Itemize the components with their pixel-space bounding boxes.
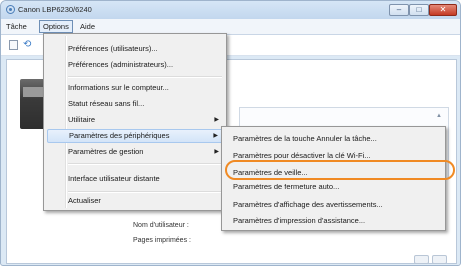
submenu-item-auto-shutdown[interactable]: Paramètres de fermeture auto... xyxy=(225,184,442,192)
menu-item-refresh[interactable]: Actualiser xyxy=(47,194,223,208)
menu-item-preferences-users[interactable]: Préférences (utilisateurs)... xyxy=(47,42,223,56)
close-button[interactable]: ✕ xyxy=(429,4,457,16)
menu-options[interactable]: Options xyxy=(39,20,73,33)
panel-button-2[interactable] xyxy=(432,255,447,264)
menu-item-preferences-admins[interactable]: Préférences (administrateurs)... xyxy=(47,58,223,72)
menu-aide[interactable]: Aide xyxy=(77,21,98,32)
menu-separator xyxy=(68,191,222,193)
scroll-up-icon[interactable]: ▲ xyxy=(436,113,442,119)
panel-button-1[interactable] xyxy=(414,255,429,264)
menu-item-label: Paramètres des périphériques xyxy=(69,131,170,140)
app-icon xyxy=(6,5,15,14)
refresh-icon[interactable]: ⟲ xyxy=(23,40,35,50)
printed-pages-label: Pages imprimées : xyxy=(133,237,191,244)
menu-item-utility[interactable]: Utilitaire ▶ xyxy=(47,113,223,127)
minimize-button[interactable]: – xyxy=(389,4,409,16)
submenu-item-wifi-key[interactable]: Paramètres pour désactiver la clé Wi-Fi.… xyxy=(225,149,442,163)
submenu-item-assist-print[interactable]: Paramètres d'impression d'assistance... xyxy=(225,214,442,228)
options-menu: Préférences (utilisateurs)... Préférence… xyxy=(43,33,227,211)
menu-item-label: Paramètres de gestion xyxy=(68,147,144,156)
submenu-item-warning-display[interactable]: Paramètres d'affichage des avertissement… xyxy=(225,198,442,212)
submenu-arrow-icon: ▶ xyxy=(213,133,218,139)
title-bar: Canon LBP6230/6240 – □ ✕ xyxy=(1,1,460,19)
submenu-item-cancel-key[interactable]: Paramètres de la touche Annuler la tâche… xyxy=(225,132,442,146)
maximize-button[interactable]: □ xyxy=(409,4,429,16)
menu-tache[interactable]: Tâche xyxy=(3,21,30,32)
menu-item-counter-info[interactable]: Informations sur le compteur... xyxy=(47,81,223,95)
device-settings-submenu: Paramètres de la touche Annuler la tâche… xyxy=(221,126,446,231)
submenu-item-sleep-settings[interactable]: Paramètres de veille... xyxy=(225,166,442,180)
menu-item-device-settings[interactable]: Paramètres des périphériques ▶ xyxy=(47,129,223,143)
menu-item-management-settings[interactable]: Paramètres de gestion ▶ xyxy=(47,145,223,159)
submenu-arrow-icon: ▶ xyxy=(214,117,219,123)
user-name-label: Nom d'utilisateur : xyxy=(133,222,189,229)
menu-item-label: Utilitaire xyxy=(68,115,96,124)
document-icon[interactable] xyxy=(9,40,18,50)
menu-separator xyxy=(68,163,222,165)
window-title: Canon LBP6230/6240 xyxy=(18,5,92,14)
menu-separator xyxy=(68,76,222,78)
submenu-arrow-icon: ▶ xyxy=(214,149,219,155)
menu-item-wireless-status[interactable]: Statut réseau sans fil... xyxy=(47,97,223,111)
menu-item-remote-ui[interactable]: Interface utilisateur distante xyxy=(47,172,223,186)
